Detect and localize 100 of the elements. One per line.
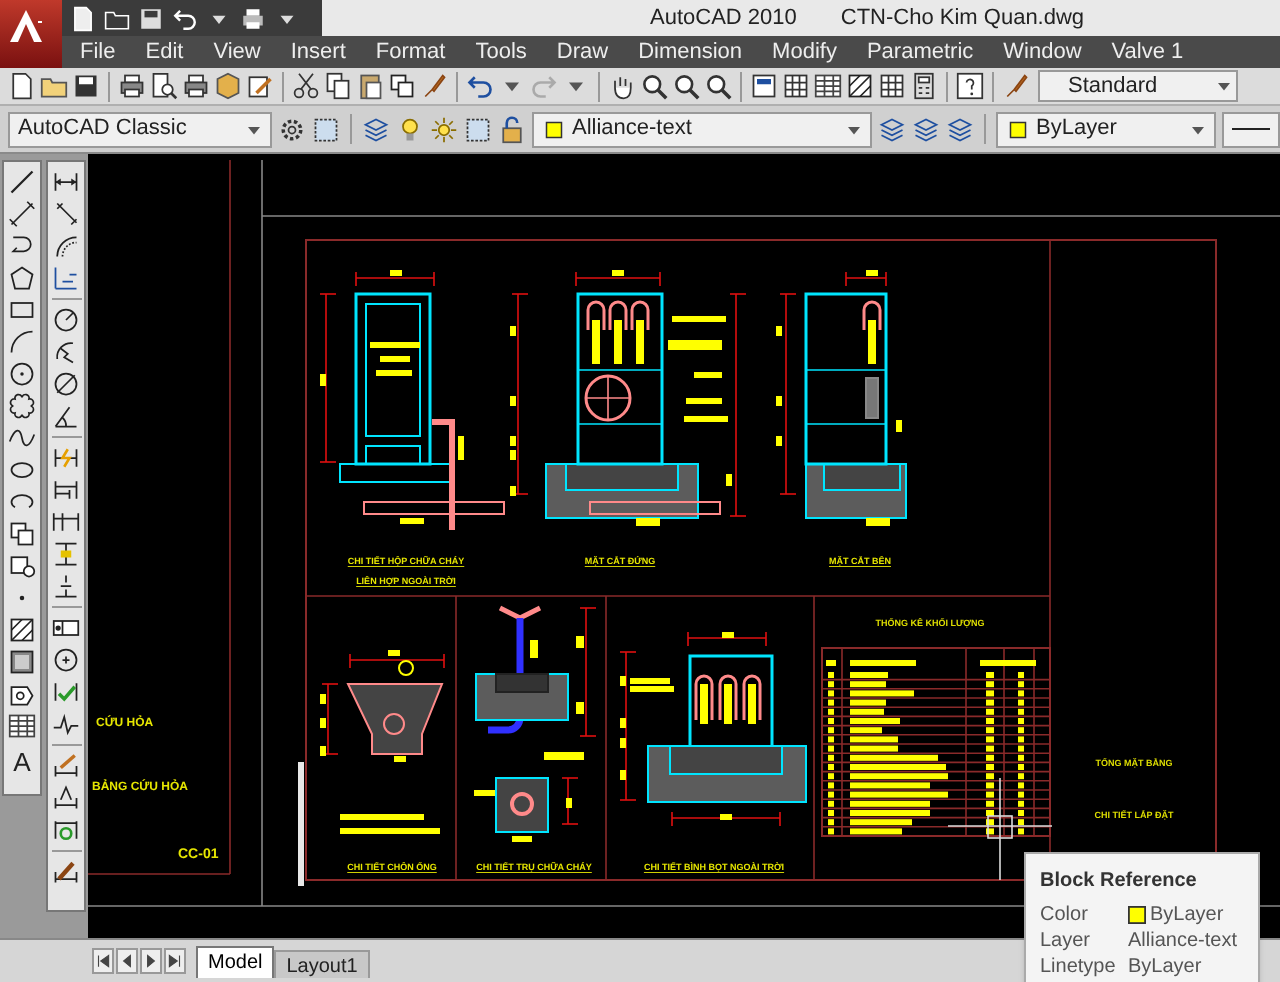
layers-icon[interactable] [946,115,974,143]
first-page-icon[interactable] [92,948,114,974]
stacked-squares-icon[interactable] [8,520,36,548]
color-dropdown[interactable]: ByLayer [996,111,1216,147]
rectangle-icon[interactable] [8,296,36,324]
line-icon[interactable] [8,168,36,196]
table-icon[interactable] [814,72,842,100]
folder-icon[interactable] [40,72,68,100]
layout-tab[interactable]: Layout1 [274,949,370,977]
magnifier-icon[interactable] [704,72,732,100]
help-icon[interactable] [956,72,984,100]
menu-item[interactable]: File [80,35,116,69]
scissors-icon[interactable] [292,72,320,100]
spaced-dimension-icon[interactable] [52,540,80,568]
menu-item[interactable]: Insert [290,35,346,69]
diameter-icon[interactable] [52,370,80,398]
window-icon[interactable] [750,72,778,100]
grid-icon[interactable] [878,72,906,100]
grid-icon[interactable] [782,72,810,100]
copy-icon[interactable] [324,72,352,100]
brush-icon[interactable] [1002,72,1030,100]
jogged-line-icon[interactable] [52,710,80,738]
gradient-icon[interactable] [8,648,36,676]
menu-item[interactable]: Tools [475,35,527,69]
menu-item[interactable]: Edit [145,35,184,69]
radius-icon[interactable] [52,306,80,334]
pentagon-icon[interactable] [8,264,36,292]
continued-dimension-icon[interactable] [52,508,80,536]
settings-icon[interactable] [278,115,306,143]
sun-icon[interactable] [430,115,458,143]
layers-icon[interactable] [878,115,906,143]
dotted-square-icon[interactable] [312,115,340,143]
menu-item[interactable]: Valve 1 [1111,35,1184,69]
magnifier-icon[interactable] [672,72,700,100]
arc-dimension-icon[interactable] [52,232,80,260]
layers-icon[interactable] [362,115,390,143]
property-label: Layer [1040,928,1093,956]
brush-dimension-icon[interactable] [52,858,80,886]
arc-icon[interactable] [8,328,36,356]
menu-item[interactable]: Window [1003,35,1082,69]
check-dimension-icon[interactable] [52,678,80,706]
magnifier-icon[interactable] [640,72,668,100]
bulb-icon[interactable] [396,115,424,143]
table-icon[interactable] [8,712,36,740]
text-tool-icon[interactable]: A [8,744,36,776]
broken-dimension-icon[interactable] [52,572,80,600]
printer-icon[interactable] [182,72,210,100]
center-mark-icon[interactable] [52,646,80,674]
pencil-document-icon[interactable] [246,72,274,100]
menu-item[interactable]: Modify [772,35,837,69]
ellipse-icon[interactable] [8,456,36,484]
baseline-dimension-icon[interactable] [52,476,80,504]
layer-dropdown[interactable]: Alliance-text [532,111,872,147]
menu-item[interactable]: Dimension [638,35,743,69]
lock-icon[interactable] [498,115,526,143]
pencil-dimension-icon[interactable] [52,752,80,780]
tolerance-icon[interactable] [52,614,80,642]
printer-icon[interactable] [240,5,266,31]
dotted-square-icon[interactable] [464,115,492,143]
cloud-icon[interactable] [8,392,36,420]
hatch-icon[interactable] [846,72,874,100]
application-button[interactable] [0,0,62,68]
layers-icon[interactable] [912,115,940,143]
menu-item[interactable]: View [213,35,261,69]
clipboard-icon[interactable] [356,72,384,100]
printer-icon[interactable] [118,72,146,100]
undo-arrow-icon[interactable] [466,72,494,100]
hatch-icon[interactable] [8,616,36,644]
diagonal-line-icon[interactable] [8,200,36,228]
dimension-text-icon[interactable] [52,784,80,812]
ordinate-icon[interactable] [52,264,80,292]
triangle-left-icon[interactable] [116,948,138,974]
refresh-dimension-icon[interactable] [52,816,80,844]
last-page-icon[interactable] [164,948,186,974]
square-circle-icon[interactable] [8,552,36,580]
swatch-icon[interactable] [1006,117,1030,141]
stacked-squares-icon[interactable] [388,72,416,100]
region-icon[interactable] [8,680,36,708]
wave-icon[interactable] [8,424,36,452]
dimension-icon[interactable] [52,168,80,196]
lightning-dimension-icon[interactable] [52,444,80,472]
swatch-icon[interactable] [542,117,566,141]
circle-icon[interactable] [8,360,36,388]
brush-icon[interactable] [420,72,448,100]
cube-icon[interactable] [214,72,242,100]
menu-item[interactable]: Parametric [866,35,974,69]
linetype-dropdown[interactable] [1222,111,1280,147]
angled-dimension-icon[interactable] [52,200,80,228]
document-magnifier-icon[interactable] [150,72,178,100]
calculator-icon[interactable] [910,72,938,100]
document-icon[interactable] [70,5,96,31]
workspace-dropdown[interactable]: AutoCAD Classic [8,111,272,147]
triangle-right-icon[interactable] [140,948,162,974]
menu-item[interactable]: Draw [556,35,609,69]
hand-icon[interactable] [608,72,636,100]
angle-icon[interactable] [52,402,80,430]
layout-tab[interactable]: Model [196,945,275,977]
text-style-dropdown[interactable]: Standard [1038,70,1238,102]
menu-item[interactable]: Format [375,35,446,69]
document-icon[interactable] [8,72,36,100]
